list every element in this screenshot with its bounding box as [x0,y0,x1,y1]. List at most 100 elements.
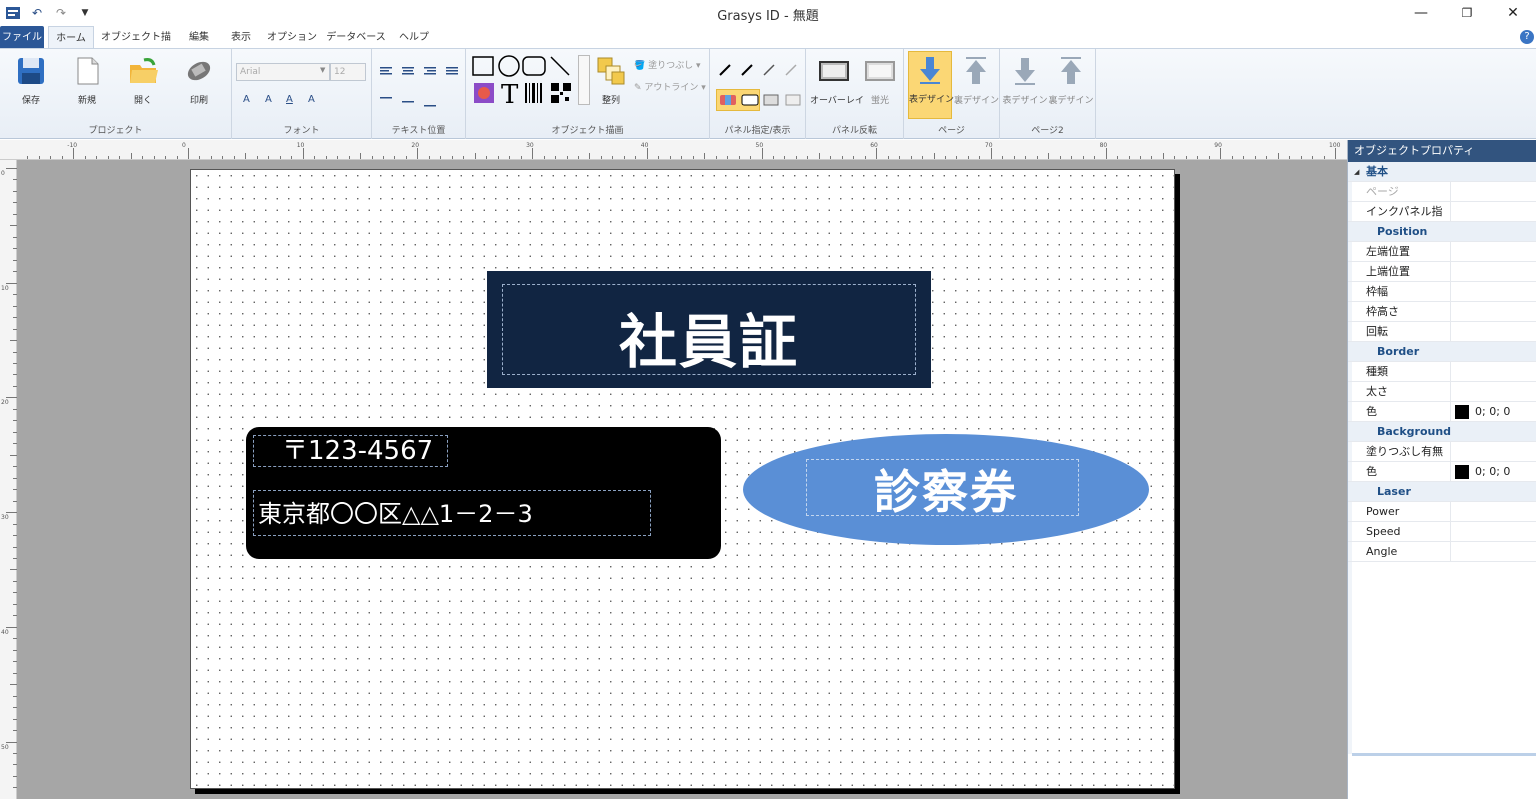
property-category[interactable]: Border [1348,342,1536,362]
property-row[interactable]: 色 0; 0; 0 [1348,402,1536,422]
address-box[interactable]: 〒123-4567 東京都〇〇区△△1－2－3 [246,427,721,559]
property-row[interactable]: 上端位置 [1348,262,1536,282]
ruler-tick [566,156,568,159]
property-row[interactable]: Power [1348,502,1536,522]
property-row[interactable]: 色 0; 0; 0 [1348,462,1536,482]
tab-options[interactable]: オプション [266,26,318,49]
collapse-icon[interactable]: ◢ [1354,162,1359,182]
group-page: 表デザイン 裏デザイン ページ [904,49,1000,139]
tab-file[interactable]: ファイル [0,26,44,49]
arrange-button[interactable]: 整列 [588,53,634,113]
ruler-label: 20 [1,399,9,407]
front-design-button[interactable]: 表デザイン [908,51,954,119]
color-swatch[interactable] [1455,465,1469,479]
property-row[interactable]: 塗りつぶし有無 [1348,442,1536,462]
property-value[interactable] [1450,242,1536,261]
print-button[interactable]: 印刷 [176,53,222,113]
property-value[interactable] [1450,382,1536,401]
address-text[interactable]: 東京都〇〇区△△1－2－3 [253,490,651,536]
tab-database[interactable]: データベース [326,26,386,49]
pen-tools[interactable] [718,63,802,77]
ruler-tick [1151,156,1153,159]
property-value[interactable] [1450,362,1536,381]
tab-edit[interactable]: 編集 [182,26,216,49]
property-name: Laser [1377,485,1411,498]
zip-text[interactable]: 〒123-4567 [253,435,448,467]
property-row[interactable]: 種類 [1348,362,1536,382]
property-row[interactable]: インクパネル指定 [1348,202,1536,238]
close-button[interactable]: ✕ [1490,0,1536,26]
property-value[interactable] [1450,302,1536,321]
pen-icon: ✎ [634,83,642,93]
ellipse-shape[interactable]: 診察券 [743,434,1149,545]
ruler-tick [922,156,924,159]
ellipse-text[interactable]: 診察券 [743,456,1149,522]
font-grow-icon[interactable]: A [243,94,250,105]
property-row[interactable]: 左端位置 [1348,242,1536,262]
shape-gallery[interactable]: T [471,55,583,107]
ruler-tick [1162,153,1164,159]
tab-object-draw[interactable]: オブジェクト描画 [100,26,172,66]
ruler-tick [1208,156,1210,159]
property-value[interactable]: 0; 0; 0 [1450,462,1536,481]
save-button[interactable]: 保存 [8,53,54,113]
fluorescent-button[interactable]: 蛍光 [858,53,902,113]
font-size-select[interactable]: 12 [330,63,366,81]
page2-back-design-button[interactable]: 裏デザイン [1048,53,1094,113]
font-name-select[interactable]: Arial [236,63,330,81]
property-row[interactable]: 枠高さ [1348,302,1536,322]
ruler-tick [360,153,362,159]
property-row[interactable]: 回転 [1348,322,1536,342]
property-row[interactable]: Angle [1348,542,1536,562]
property-row[interactable]: Speed [1348,522,1536,542]
property-value[interactable] [1450,322,1536,341]
ruler-tick [119,156,121,159]
fill-button[interactable]: 🪣 塗りつぶし ▾ [634,58,701,71]
new-button[interactable]: 新規 [64,53,110,113]
font-shrink-icon[interactable]: A [265,94,272,105]
ruler-tick [302,148,304,159]
ruler-label: 60 [870,142,878,149]
group-font: Arial ▼ 12 A A A A フォント [232,49,372,139]
minimize-button[interactable]: — [1398,0,1444,26]
overlay-button[interactable]: オーバーレイ [810,53,864,113]
property-value[interactable] [1450,202,1536,221]
property-category[interactable]: ◢ 基本 [1348,162,1536,182]
ruler-tick [555,156,557,159]
property-category[interactable]: Position [1348,222,1536,242]
tab-home[interactable]: ホーム [48,26,94,49]
text-align-icons[interactable] [378,65,462,109]
property-value[interactable] [1450,182,1536,201]
property-row[interactable]: 太さ [1348,382,1536,402]
panel-icons[interactable] [718,93,802,107]
property-row[interactable]: ページ [1348,182,1536,202]
title-text[interactable]: 社員証 [487,295,931,379]
ruler-tick [704,153,706,159]
help-icon[interactable]: ? [1520,30,1534,44]
property-category[interactable]: Background [1348,422,1536,442]
outline-button[interactable]: ✎ アウトライン ▾ [634,80,706,93]
property-value[interactable] [1450,262,1536,281]
card-canvas[interactable]: 社員証 〒123-4567 東京都〇〇区△△1－2－3 診察券 [190,169,1175,789]
underline-icon[interactable]: A [286,94,293,105]
color-swatch[interactable] [1455,405,1469,419]
page2-front-design-button[interactable]: 表デザイン [1002,53,1048,113]
property-value[interactable] [1450,282,1536,301]
property-value[interactable] [1450,522,1536,541]
property-value[interactable]: 0; 0; 0 [1450,402,1536,421]
title-banner[interactable]: 社員証 [487,271,931,388]
arrow-up-icon [960,55,992,87]
property-value[interactable] [1450,542,1536,561]
restore-button[interactable]: ❐ [1444,0,1490,26]
font-color-icon[interactable]: A [308,94,315,105]
open-button[interactable]: 開く [120,53,166,113]
tab-view[interactable]: 表示 [224,26,258,49]
back-design-button[interactable]: 裏デザイン [954,53,999,113]
property-row[interactable]: 枠幅 [1348,282,1536,302]
tab-help[interactable]: ヘルプ [394,26,434,49]
ruler-label: -10 [67,142,78,149]
property-category[interactable]: Laser [1348,482,1536,502]
property-value[interactable] [1450,502,1536,521]
property-value[interactable] [1450,442,1536,461]
ruler-tick [841,156,843,159]
